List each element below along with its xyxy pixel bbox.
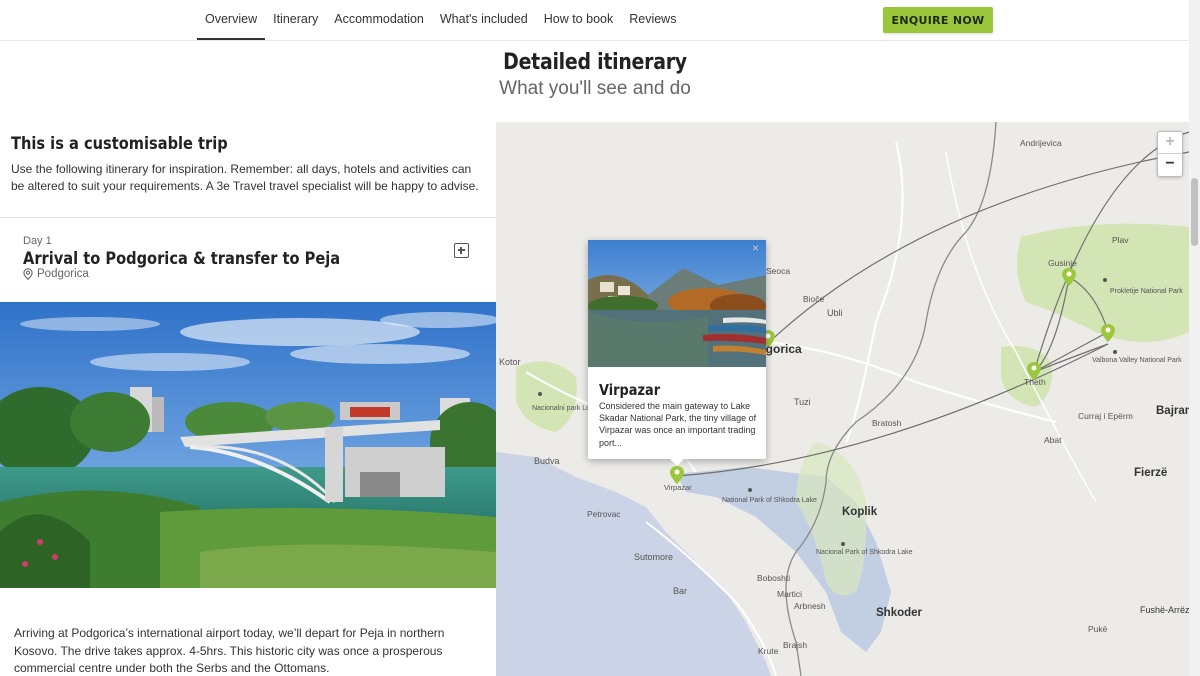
- expand-day-icon[interactable]: [454, 243, 469, 258]
- map-label-tuzi: Tuzi: [794, 397, 811, 407]
- map-label-budva: Budva: [534, 456, 560, 466]
- day-label: Day 1: [23, 235, 52, 247]
- nav-tab-whats-included[interactable]: What's included: [432, 0, 536, 40]
- map-label-fushe-arrez: Fushë-Arrëz: [1140, 605, 1189, 615]
- popup-description: Considered the main gateway to Lake Skad…: [599, 401, 757, 448]
- map-label-bar: Bar: [673, 586, 687, 596]
- map-label-bioce: Bioče: [803, 294, 825, 304]
- map-zoom-controls: + −: [1157, 131, 1183, 177]
- enquire-now-button[interactable]: ENQUIRE NOW: [883, 7, 993, 33]
- popup-pointer: [669, 458, 685, 466]
- day-title: Arrival to Podgorica & transfer to Peja: [23, 249, 341, 269]
- nav-tab-how-to-book[interactable]: How to book: [536, 0, 621, 40]
- itinerary-panel: This is a customisable trip Use the foll…: [0, 122, 496, 676]
- popup-close-button[interactable]: ×: [752, 241, 759, 255]
- day-photo: [0, 302, 496, 588]
- map-label-arbnesh: Arbnesh: [794, 601, 826, 611]
- customisable-text: Use the following itinerary for inspirat…: [11, 162, 479, 193]
- scrollbar-thumb[interactable]: [1191, 178, 1198, 246]
- zoom-out-button[interactable]: −: [1158, 154, 1182, 175]
- map-label-np-shkodra: National Park of Shkodra Lake: [722, 497, 817, 504]
- map-label-seoca: Seoca: [766, 266, 790, 276]
- customisable-title: This is a customisable trip: [11, 134, 228, 154]
- map-label-curraj: Curraj i Epërm: [1078, 411, 1133, 421]
- nav-tab-itinerary[interactable]: Itinerary: [265, 0, 326, 40]
- map-label-fierze: Fierzë: [1134, 467, 1167, 479]
- map-label-puke: Pukë: [1088, 624, 1108, 634]
- map-label-andrijevica: Andrijevica: [1020, 138, 1062, 148]
- map-label-shkoder: Shkoder: [876, 607, 923, 619]
- top-navigation: Overview Itinerary Accommodation What's …: [0, 0, 1190, 41]
- map-label-kotor: Kotor: [499, 357, 521, 367]
- day-description: Arriving at Podgorica’s international ai…: [14, 626, 445, 675]
- map-popup: × Virpazar Considered the main gateway t…: [588, 240, 766, 459]
- day-location: Podgorica: [23, 268, 89, 280]
- divider: [0, 217, 496, 218]
- map-label-ubli: Ubli: [827, 308, 843, 318]
- map-marker-valbona[interactable]: [1101, 324, 1115, 342]
- map-label-petrovac: Petrovac: [587, 509, 621, 519]
- map-label-valbona: Valbona Valley National Park: [1092, 357, 1182, 364]
- nav-tab-accommodation[interactable]: Accommodation: [326, 0, 432, 40]
- map-label-koplik: Koplik: [842, 506, 878, 518]
- map-label-plav: Plav: [1112, 235, 1129, 245]
- map-label-brajsh: Brajsh: [783, 640, 807, 650]
- popup-photo: [588, 240, 766, 367]
- map-label-sutomore: Sutomore: [634, 552, 673, 562]
- map-label-martici: Martici: [777, 589, 802, 599]
- map-label-theth: Theth: [1024, 377, 1046, 387]
- nav-tab-reviews[interactable]: Reviews: [621, 0, 684, 40]
- section-title: Detailed itinerary: [503, 50, 687, 75]
- zoom-in-button[interactable]: +: [1158, 132, 1182, 154]
- map-label-bajram: Bajram: [1156, 405, 1189, 417]
- map-label-boboshti: Boboshti: [757, 573, 790, 583]
- podgorica-bridge-photo: [0, 302, 496, 588]
- page-scrollbar[interactable]: [1189, 0, 1200, 676]
- map-label-abat: Abat: [1044, 435, 1062, 445]
- location-pin-icon: [23, 268, 33, 280]
- map-label-bratosh: Bratosh: [872, 418, 902, 428]
- map-label-nacional-shkodra: Nacional Park of Shkodra Lake: [816, 549, 913, 556]
- map-label-krute: Krute: [758, 646, 779, 656]
- popup-title: Virpazar: [599, 381, 661, 399]
- map-label-virpazar: Virpazar: [664, 483, 692, 492]
- nav-tab-overview[interactable]: Overview: [197, 0, 266, 40]
- day-location-text: Podgorica: [37, 268, 89, 280]
- section-subtitle: What you'll see and do: [499, 78, 691, 99]
- map-label-gusinje: Gusinje: [1048, 258, 1077, 268]
- nav-links: Overview Itinerary Accommodation What's …: [197, 0, 684, 40]
- map-label-prokletije: Prokletije National Park: [1110, 288, 1183, 295]
- virpazar-photo: [588, 240, 766, 367]
